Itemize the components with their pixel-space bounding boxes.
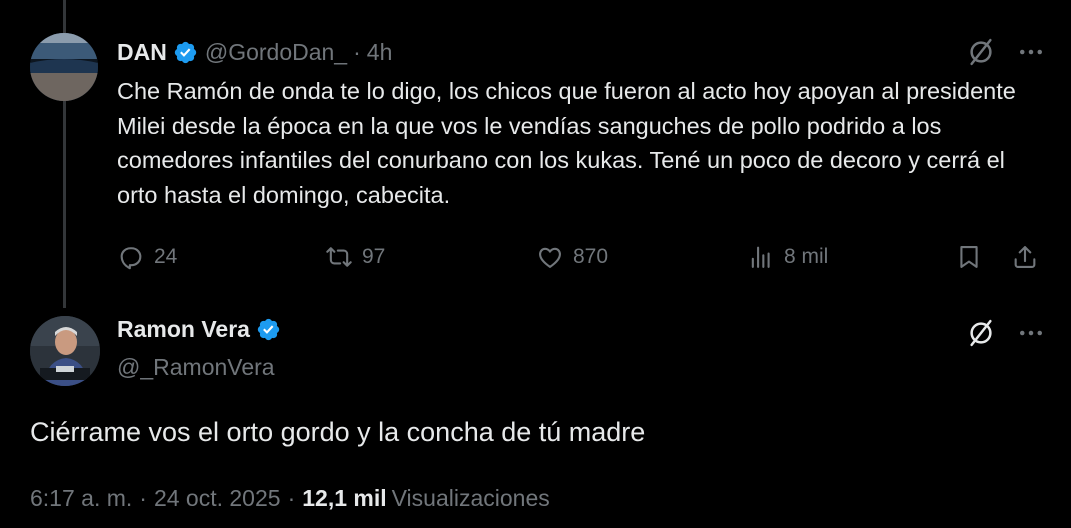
more-icon[interactable] [1016, 318, 1046, 348]
bookmark-icon [960, 246, 978, 268]
views-count: 8 mil [784, 245, 829, 268]
separator-dot: · [353, 38, 361, 65]
avatar-dan[interactable] [30, 33, 98, 101]
tweet1-action-bar: 24 97 870 8 mil [117, 240, 1045, 274]
like-button[interactable]: 870 [536, 240, 608, 274]
views-button[interactable]: 8 mil [747, 240, 828, 274]
verified-badge-icon [257, 318, 280, 341]
handle[interactable]: @_RamonVera [117, 354, 275, 381]
tweet2-meta: 6:17 a. m. · 24 oct. 2025 · 12,1 mil Vis… [30, 485, 550, 512]
tweet2-top-actions [966, 318, 1046, 348]
tweet1-text: Che Ramón de onda te lo digo, los chicos… [117, 78, 1016, 208]
timestamp[interactable]: 4h [367, 39, 393, 66]
like-icon [539, 247, 561, 268]
share-button[interactable] [1011, 240, 1039, 274]
separator-dot: · [139, 485, 147, 511]
reply-icon [120, 247, 142, 270]
more-icon[interactable] [1016, 37, 1046, 67]
display-name[interactable]: DAN [117, 39, 167, 66]
tweet1-header: DAN @GordoDan_ · 4h [117, 36, 392, 68]
tweet-date[interactable]: 24 oct. 2025 [154, 485, 281, 512]
grok-icon[interactable] [966, 318, 996, 348]
avatar-ramon-vera[interactable] [30, 316, 100, 386]
reply-button[interactable]: 24 [117, 240, 177, 274]
share-icon [1014, 246, 1036, 268]
verified-badge-icon [174, 41, 197, 63]
tweet2-text: Ciérrame vos el orto gordo y la concha d… [30, 417, 646, 447]
grok-icon[interactable] [966, 37, 996, 67]
repost-button[interactable]: 97 [325, 240, 385, 274]
repost-icon [326, 247, 352, 267]
tweet2-header: Ramon Vera [117, 316, 281, 343]
tweet1-top-actions [966, 37, 1046, 67]
separator-dot: · [287, 485, 296, 511]
bookmark-button[interactable] [955, 240, 983, 274]
repost-count: 97 [362, 245, 386, 268]
reply-count: 24 [154, 245, 178, 268]
display-name[interactable]: Ramon Vera [117, 316, 250, 343]
views-label: Visualizaciones [391, 485, 550, 511]
handle[interactable]: @GordoDan_ [205, 39, 347, 66]
views-count: 12,1 mil [302, 485, 387, 511]
views-icon [751, 246, 770, 268]
tweet-time[interactable]: 6:17 a. m. [30, 485, 132, 512]
like-count: 870 [573, 245, 609, 268]
